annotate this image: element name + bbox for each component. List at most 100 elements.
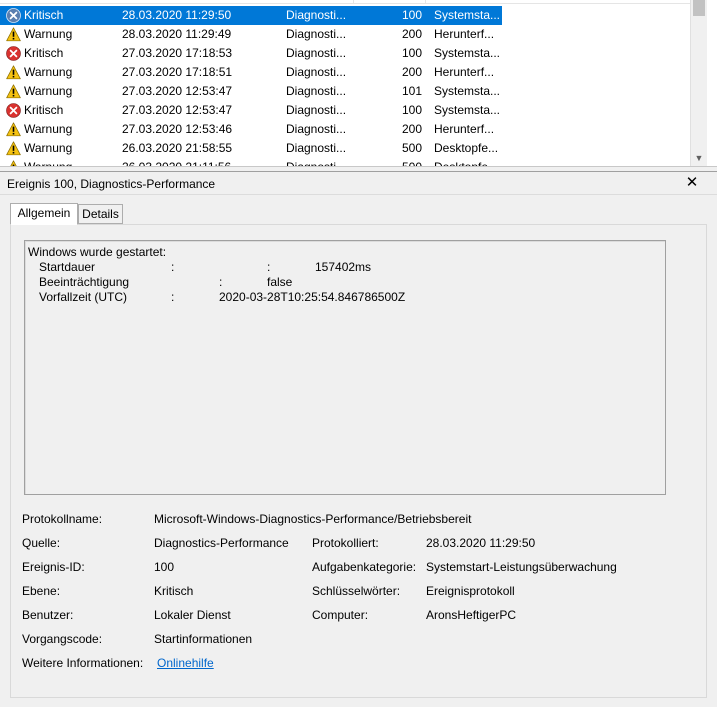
event-level: Warnung [24,160,73,167]
computer-value: AronsHeftigerPC [426,608,517,622]
event-source: Diagnosti... [286,27,347,41]
event-id: 100 [401,103,422,117]
event-row[interactable]: Warnung 27.03.2020 12:53:47 Diagnosti... 10… [0,82,690,101]
warning-icon [6,27,21,42]
tab-details[interactable]: Details [78,204,123,224]
message-separator: : [267,260,271,274]
event-id-value: 100 [154,560,175,574]
scrollbar-thumb[interactable] [693,0,705,16]
event-row[interactable]: Warnung 27.03.2020 17:18:51 Diagnosti... 20… [0,63,690,82]
event-message[interactable]: Windows wurde gestartet: Startdauer : : … [24,240,666,495]
event-row[interactable]: Kritisch 27.03.2020 17:18:53 Diagnosti... 1… [0,44,690,63]
event-level: Warnung [24,65,73,79]
scroll-down-icon[interactable]: ▼ [691,150,707,166]
message-separator: : [171,290,175,304]
keywords-label: Schlüsselwörter: [312,584,401,598]
event-level: Warnung [24,84,73,98]
event-id-label: Ereignis-ID: [22,560,85,574]
event-date: 26.03.2020 21:58:55 [122,141,233,155]
level-value: Kritisch [154,584,194,598]
warning-icon [6,141,21,156]
event-date: 27.03.2020 17:18:51 [122,65,233,79]
event-row[interactable]: Kritisch 28.03.2020 11:29:50 Diagnosti... 1… [0,6,690,25]
event-row[interactable]: Warnung 27.03.2020 12:53:46 Diagnosti... 20… [0,120,690,139]
event-id: 200 [401,122,422,136]
event-date: 27.03.2020 17:18:53 [122,46,233,60]
close-icon[interactable]: ✕ [684,174,700,192]
message-heading: Windows wurde gestartet: [28,245,167,259]
event-row[interactable]: Warnung 26.03.2020 21:11:56 Diagnosti... 50… [0,158,690,167]
event-id: 100 [401,46,422,60]
critical-icon [6,103,21,118]
vertical-scrollbar[interactable]: ▼ [690,0,707,166]
source-label: Quelle: [22,536,61,550]
event-category: Herunterf... [434,27,495,41]
event-category: Systemsta... [434,103,501,117]
event-source: Diagnosti... [286,8,347,22]
event-category: Desktopfe... [434,160,499,167]
event-source: Diagnosti... [286,122,347,136]
event-date: 26.03.2020 21:11:56 [122,160,232,167]
event-category: Systemsta... [434,84,501,98]
column-header[interactable] [0,0,690,4]
event-id: 500 [401,160,422,167]
user-value: Lokaler Dienst [154,608,231,622]
log-name-label: Protokollname: [22,512,103,526]
event-source: Diagnosti... [286,160,347,167]
keywords-value: Ereignisprotokoll [426,584,515,598]
logged-value: 28.03.2020 11:29:50 [426,536,536,550]
column-divider[interactable] [425,0,426,4]
event-source: Diagnosti... [286,103,347,117]
task-category-value: Systemstart-Leistungsüberwachung [426,560,617,574]
event-list[interactable]: Kritisch 28.03.2020 11:29:50 Diagnosti... 1… [0,0,717,167]
event-id: 500 [401,141,422,155]
event-category: Systemsta... [434,8,501,22]
event-source: Diagnosti... [286,65,347,79]
message-value: false [267,275,293,289]
detail-header: Ereignis 100, Diagnostics-Performance ✕ [0,171,717,195]
more-info-label: Weitere Informationen: [22,656,144,670]
opcode-label: Vorgangscode: [22,632,103,646]
event-category: Herunterf... [434,122,495,136]
message-value: 2020-03-28T10:25:54.846786500Z [219,290,406,304]
event-id: 200 [401,27,422,41]
event-row[interactable]: Kritisch 27.03.2020 12:53:47 Diagnosti... 1… [0,101,690,120]
event-id: 200 [401,65,422,79]
event-date: 27.03.2020 12:53:46 [122,122,233,136]
event-id: 101 [401,84,422,98]
warning-icon [6,65,21,80]
warning-icon [6,160,21,166]
event-row[interactable]: Warnung 26.03.2020 21:58:55 Diagnosti... 50… [0,139,690,158]
critical-icon [6,8,21,23]
event-level: Kritisch [24,46,64,60]
message-label: Beeinträchtigung [39,275,130,289]
message-separator: : [219,275,223,289]
event-level: Kritisch [24,103,64,117]
event-row[interactable]: Warnung 28.03.2020 11:29:49 Diagnosti... 20… [0,25,690,44]
level-label: Ebene: [22,584,61,598]
user-label: Benutzer: [22,608,74,622]
source-value: Diagnostics-Performance [154,536,289,550]
event-level: Warnung [24,122,73,136]
column-divider[interactable] [353,0,354,4]
message-separator: : [171,260,175,274]
event-date: 27.03.2020 12:53:47 [122,84,233,98]
event-source: Diagnosti... [286,141,347,155]
critical-icon [6,46,21,61]
event-source: Diagnosti... [286,84,347,98]
tab-general[interactable]: Allgemein [10,203,78,225]
event-level: Warnung [24,141,73,155]
event-level: Kritisch [24,8,64,22]
event-category: Herunterf... [434,65,495,79]
warning-icon [6,122,21,137]
event-date: 28.03.2020 11:29:50 [122,8,232,22]
message-value: 157402ms [315,260,372,274]
event-category: Systemsta... [434,46,501,60]
task-category-label: Aufgabenkategorie: [312,560,417,574]
event-category: Desktopfe... [434,141,499,155]
warning-icon [6,84,21,99]
event-list-body: Kritisch 28.03.2020 11:29:50 Diagnosti... 1… [0,0,690,167]
opcode-value: Startinformationen [154,632,253,646]
online-help-link[interactable]: Onlinehilfe [157,656,214,670]
computer-label: Computer: [312,608,369,622]
